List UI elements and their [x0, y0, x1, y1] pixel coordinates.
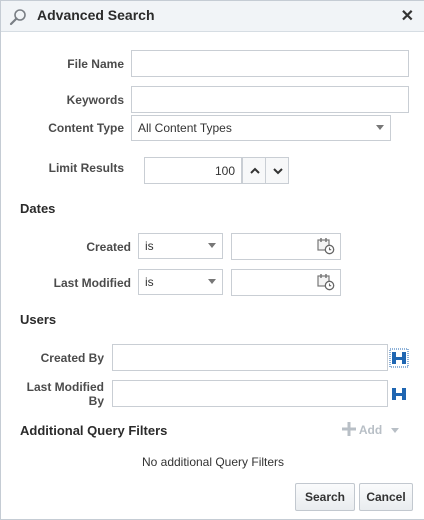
add-filter-label: Add [358, 423, 383, 437]
chevron-up-icon [250, 167, 260, 174]
created-label: Created [86, 240, 131, 254]
created-by-label: Created By [40, 351, 104, 365]
last-modified-by-label-line1: Last Modified [26, 380, 104, 394]
advanced-search-dialog: Advanced Search ✕ File Name Keywords Con… [0, 0, 424, 520]
created-operator-value: is [145, 239, 154, 253]
limit-results-label: Limit Results [48, 161, 124, 175]
decrement-button[interactable] [265, 157, 289, 184]
content-type-select[interactable]: All Content Types [131, 115, 391, 141]
caret-down-icon [390, 428, 399, 433]
file-name-input[interactable] [131, 50, 409, 77]
last-modified-label: Last Modified [53, 276, 131, 290]
keywords-input[interactable] [131, 86, 409, 113]
increment-button[interactable] [242, 157, 266, 184]
last-modified-operator-value: is [145, 275, 154, 289]
content-type-label: Content Type [48, 121, 124, 135]
cancel-button[interactable]: Cancel [359, 483, 413, 511]
calendar-icon[interactable] [317, 237, 335, 255]
caret-down-icon [208, 243, 216, 248]
keywords-label: Keywords [66, 93, 124, 107]
no-filters-message: No additional Query Filters [141, 455, 285, 469]
search-icon [9, 9, 26, 26]
add-filter-button[interactable]: Add [342, 422, 400, 437]
calendar-icon[interactable] [317, 273, 335, 291]
dialog-title: Advanced Search [37, 7, 155, 23]
user-search-icon[interactable] [389, 384, 409, 404]
query-filters-heading: Additional Query Filters [20, 423, 168, 438]
created-by-input[interactable] [112, 344, 388, 371]
users-heading: Users [20, 312, 57, 327]
caret-down-icon [208, 279, 216, 284]
last-modified-by-label-line2: By [88, 394, 104, 408]
plus-icon [342, 422, 356, 436]
created-operator-select[interactable]: is [138, 233, 223, 259]
search-button[interactable]: Search [295, 483, 355, 511]
dialog-titlebar: Advanced Search ✕ [1, 1, 424, 32]
caret-down-icon [376, 125, 384, 130]
file-name-label: File Name [67, 57, 124, 71]
user-search-icon[interactable] [389, 348, 409, 368]
dates-heading: Dates [20, 201, 56, 216]
chevron-down-icon [273, 168, 283, 175]
close-icon[interactable]: ✕ [401, 6, 414, 26]
last-modified-operator-select[interactable]: is [138, 269, 223, 295]
limit-results-input[interactable]: 100 [144, 157, 242, 184]
last-modified-by-input[interactable] [112, 380, 388, 407]
content-type-value: All Content Types [138, 121, 232, 135]
last-modified-by-label: Last Modified By [27, 380, 104, 408]
